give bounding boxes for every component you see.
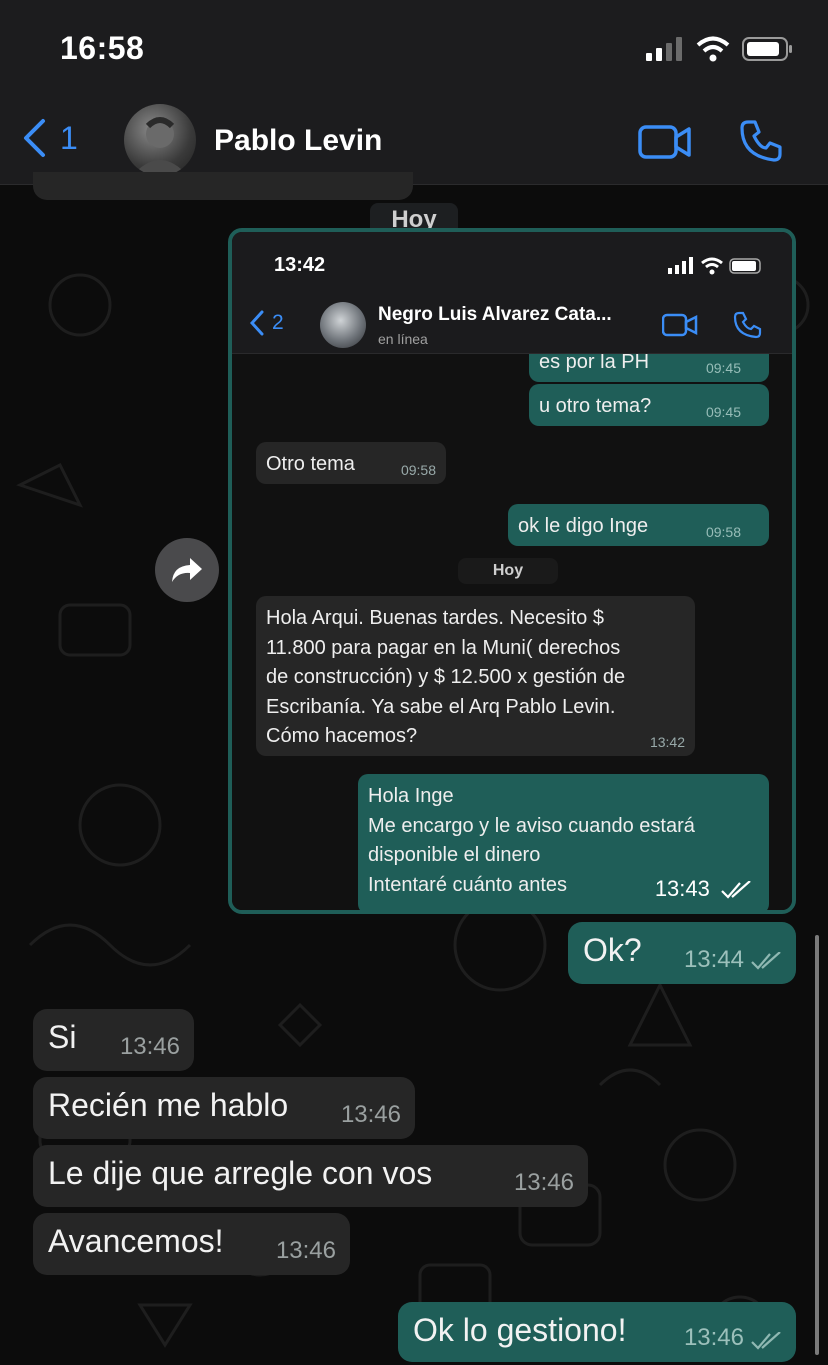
status-icons xyxy=(646,36,794,62)
message-text: Ok? xyxy=(583,932,642,968)
back-button[interactable]: 1 xyxy=(22,118,78,158)
screenshot-message: Hola Arqui. Buenas tardes. Necesito $ 11… xyxy=(256,596,695,756)
screenshot-message: u otro tema? 09:45 xyxy=(529,384,769,426)
double-check-icon xyxy=(721,880,751,899)
avatar-photo xyxy=(132,117,188,176)
video-camera-icon xyxy=(662,313,698,337)
status-time: 16:58 xyxy=(60,30,145,66)
message-outgoing[interactable]: Ok lo gestiono! 13:46 xyxy=(398,1302,796,1362)
message-time: 13:46 xyxy=(119,1033,180,1060)
message-text: Le dije que arregle con vos xyxy=(48,1155,433,1191)
phone-icon xyxy=(740,120,782,162)
double-check-icon xyxy=(751,1332,781,1350)
message-incoming[interactable]: Le dije que arregle con vos 13:46 xyxy=(33,1145,588,1207)
previous-message-fragment xyxy=(33,172,413,200)
video-call-button[interactable] xyxy=(638,122,692,167)
unread-count: 1 xyxy=(60,119,78,156)
phone-icon xyxy=(733,311,762,339)
screenshot-back-button: 2 xyxy=(250,310,284,336)
screenshot-message: Otro tema 09:58 xyxy=(256,442,446,484)
message-outgoing[interactable]: Ok? 13:44 xyxy=(568,922,796,984)
screenshot-status-icons xyxy=(668,257,761,275)
forward-timestamp: 13:43 xyxy=(655,876,752,902)
message-text: Si xyxy=(48,1019,77,1055)
message-incoming[interactable]: Avancemos! 13:46 xyxy=(33,1213,350,1275)
screenshot-message-text: Hola Inge Me encargo y le aviso cuando e… xyxy=(368,785,695,896)
message-text: Recién me hablo xyxy=(48,1087,289,1123)
scrollbar[interactable] xyxy=(815,935,819,1355)
screenshot-contact-name: Negro Luis Alvarez Cata... xyxy=(378,304,612,325)
status-bar: 16:58 xyxy=(0,0,828,100)
screenshot-avatar xyxy=(320,302,366,348)
message-time: 13:44 xyxy=(683,946,744,973)
message-text: Avancemos! xyxy=(48,1223,224,1259)
forward-arrow-icon xyxy=(172,558,202,582)
screenshot-message: es por la PH 09:45 xyxy=(529,354,769,382)
screenshot-date-chip: Hoy xyxy=(458,558,558,584)
forwarded-screenshot[interactable]: 13:42 2 Negro Luis Alvarez Cata... en lí… xyxy=(228,228,796,914)
message-time: 13:46 xyxy=(275,1237,336,1264)
screenshot-contact-status: en línea xyxy=(378,331,428,347)
wifi-icon xyxy=(696,36,730,62)
video-camera-icon xyxy=(638,125,691,159)
message-incoming[interactable]: Recién me hablo 13:46 xyxy=(33,1077,415,1139)
screenshot-message: ok le digo Inge 09:58 xyxy=(508,504,769,546)
message-time: 13:46 xyxy=(683,1324,744,1351)
voice-call-button[interactable] xyxy=(738,118,784,169)
screenshot-status-bar: 13:42 xyxy=(232,232,792,298)
screenshot-unread-count: 2 xyxy=(272,311,284,334)
battery-icon xyxy=(742,37,792,61)
forward-button[interactable] xyxy=(155,538,219,602)
screenshot-chat-header: 2 Negro Luis Alvarez Cata... en línea xyxy=(232,298,792,354)
message-time: 13:46 xyxy=(513,1169,574,1196)
avatar[interactable] xyxy=(124,104,196,176)
message-incoming[interactable]: Si 13:46 xyxy=(33,1009,194,1071)
chevron-left-icon xyxy=(24,119,45,157)
screenshot-message-text: Hola Arqui. Buenas tardes. Necesito $ 11… xyxy=(266,607,626,747)
screenshot-status-time: 13:42 xyxy=(274,254,326,276)
contact-name[interactable]: Pablo Levin xyxy=(214,124,382,158)
signal-icon xyxy=(646,37,682,61)
double-check-icon xyxy=(751,952,781,970)
chevron-left-icon xyxy=(250,310,264,336)
message-time: 13:46 xyxy=(340,1101,401,1128)
screenshot-chat-area: es por la PH 09:45 u otro tema? 09:45 Ot… xyxy=(232,354,792,910)
message-text: Ok lo gestiono! xyxy=(413,1312,627,1348)
